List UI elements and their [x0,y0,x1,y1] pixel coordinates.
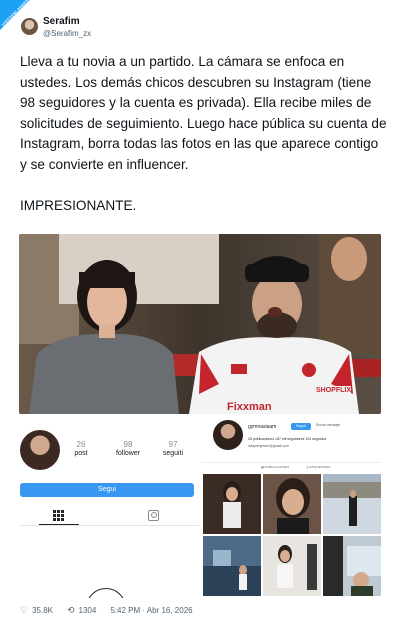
igr-profile-avatar [213,420,243,450]
stadium-photo[interactable]: SHOPFLIX Fixxman [19,234,381,414]
ig-private-lock-circle [86,588,126,598]
ig-followers-label: follower [115,450,141,457]
ig-follow-button[interactable]: Segui [20,483,194,497]
grid-icon[interactable] [53,510,64,521]
tagged-icon[interactable] [148,510,159,521]
stadium-photo-illustration: SHOPFLIX Fixxman [19,234,381,414]
tweet-footer: ♡ 35.8K ⟲ 1304 5:42 PM · Abr 16, 2026 [20,602,380,618]
ig-posts-label: post [74,450,88,457]
ig-posts-count: 26 [76,440,86,449]
ig-posts-stat: 26 post [61,440,101,457]
tweet-paragraph-2: IMPRESIONANTE. [20,198,137,214]
heart-icon[interactable]: ♡ [20,605,28,616]
igr-follow-button[interactable]: Seguir [291,423,311,430]
tweet-header: VISTOENLASREDES Serafim @Serafim_zx [0,0,400,50]
igr-photo-2[interactable] [263,474,321,534]
igr-username: gymnasiaam [248,424,277,430]
ig-followers-count: 98 [123,440,133,449]
avatar[interactable] [21,18,38,35]
instagram-private-screenshot[interactable]: 26 post 98 follower 97 seguiti Segui [19,418,199,598]
igr-email: inexpergresm@gmail.com [248,444,289,448]
igr-photo-4[interactable] [203,536,261,596]
igr-photo-grid [203,474,381,596]
ig-profile-tabs [19,506,199,526]
author-name[interactable]: Serafim [43,16,80,27]
igr-stats: 26 publicaciones 187 mil seguidores 104 … [248,437,327,441]
igr-photo-6[interactable] [323,536,381,596]
like-count: 35.8K [32,605,53,615]
ig-active-tab-indicator [39,524,79,525]
igr-profile-tabs: ▦ PUBLICACIONES ◎ ETIQUETADAS [201,462,381,470]
tweet-text: Lleva a tu novia a un partido. La cámara… [20,52,388,237]
ig-following-stat: 97 seguiti [153,440,193,457]
igr-tab-posts[interactable]: ▦ PUBLICACIONES [261,465,289,469]
igr-photo-1[interactable] [203,474,261,534]
instagram-public-screenshot[interactable]: gymnasiaam Seguir Enviar mensaje 26 publ… [201,418,381,598]
igr-tab-tagged[interactable]: ◎ ETIQUETADAS [306,465,330,469]
ig-following-count: 97 [168,440,178,449]
igr-message-button[interactable]: Enviar mensaje [316,423,340,427]
tweet-paragraph-1: Lleva a tu novia a un partido. La cámara… [20,54,387,172]
ig-profile-avatar [20,430,60,470]
igr-photo-3[interactable] [323,474,381,534]
tweet-timestamp[interactable]: 5:42 PM · Abr 16, 2026 [110,606,192,615]
author-handle[interactable]: @Serafim_zx [43,29,91,38]
ig-followers-stat: 98 follower [108,440,148,457]
retweet-icon[interactable]: ⟲ [67,605,75,616]
igr-photo-5[interactable] [263,536,321,596]
jersey-sponsor-text: SHOPFLIX [316,387,351,394]
ig-following-label: seguiti [162,450,184,457]
jersey-brand-text: Fixxman [227,401,272,413]
retweet-count: 1304 [78,605,97,615]
